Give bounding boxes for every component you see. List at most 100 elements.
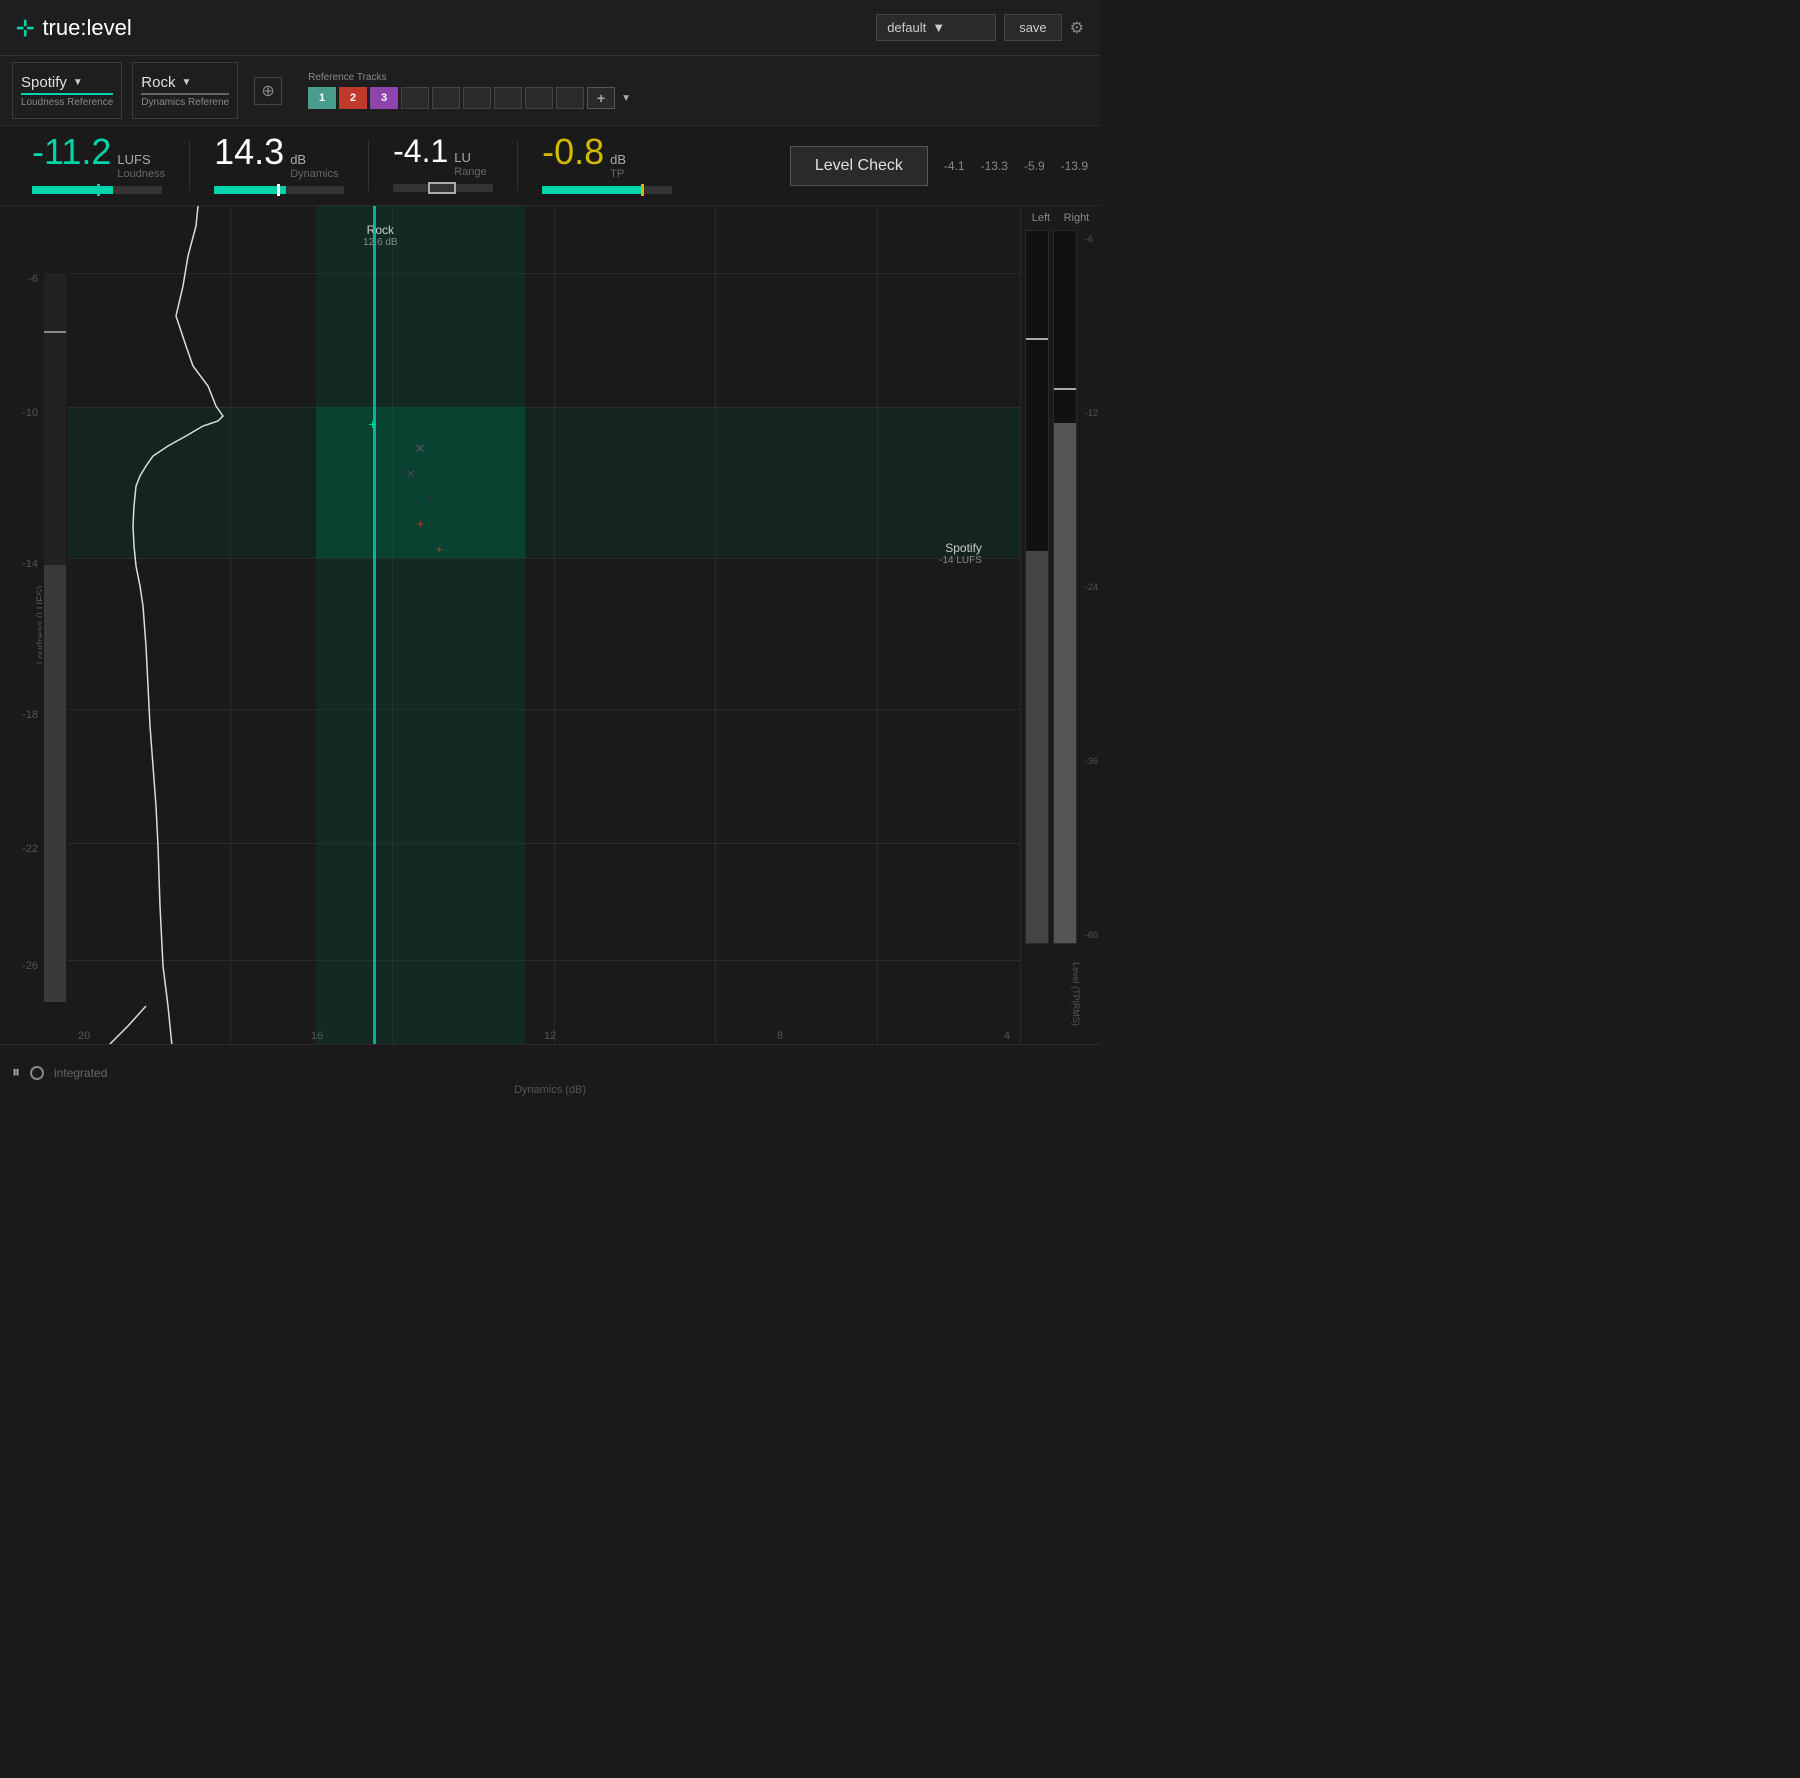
ref-slot-1[interactable]: 1 [308,87,336,109]
y-label-m10: -10 [22,407,38,419]
gear-icon[interactable]: ⚙ [1070,18,1084,38]
controls-row: ⊕ Spotify ▼ Loudness Reference Rock ▼ Dy… [0,56,1100,126]
range-bar-cursor [428,182,456,194]
level-check-button[interactable]: Level Check [790,146,928,186]
vu-headers: Left Right [1021,206,1100,230]
x-label-12: 12 [544,1030,556,1042]
rp-y-m36: -36 [1085,756,1098,766]
ref-slot-9[interactable] [556,87,584,109]
loudness-value-row: -11.2 LUFS Loudness [32,134,165,180]
dynamics-bar-cursor [277,184,280,196]
loudness-ref-arrow-icon: ▼ [73,77,83,88]
tp-unit: dB [610,152,626,167]
record-button[interactable] [30,1066,44,1080]
save-button[interactable]: save [1004,14,1061,41]
dynamics-ref-value: Rock [141,74,175,91]
lcv-2: -13.3 [981,159,1008,173]
dynamics-ref-select[interactable]: Rock ▼ [141,74,229,91]
level-check-values: -4.1 -13.3 -5.9 -13.9 [944,159,1088,173]
ref-tracks-section: Reference Tracks 1 2 3 + ▼ [308,62,631,119]
dynamics-meter: 14.3 dB Dynamics [194,134,364,198]
cross-marker-gray-1[interactable]: ✕ [415,441,426,457]
grid-v-5 [877,206,878,1044]
cross-marker-red-1[interactable]: + [417,517,424,531]
spotify-label-text: Spotify [939,541,982,555]
dynamics-value-row: 14.3 dB Dynamics [214,134,344,180]
range-meter: -4.1 LU Range [373,135,513,196]
loudness-sublabel: Loudness [117,168,165,180]
vu-left-fill [1026,551,1048,943]
x-label-8: 8 [777,1030,783,1042]
tp-bar-cursor [641,184,644,196]
vu-right-tick [1054,388,1076,390]
tp-bar-fill [542,186,643,194]
cross-marker-red-2[interactable]: + [436,544,442,556]
ref-slot-3[interactable]: 3 [370,87,398,109]
loudness-value: -11.2 [32,134,111,170]
ref-slot-8[interactable] [525,87,553,109]
tp-meter: -0.8 dB TP [522,134,692,198]
dynamics-value: 14.3 [214,134,284,170]
right-panel: Left Right -6 -12 -24 -36 -60 [1020,206,1100,1044]
rp-y-m6: -6 [1085,234,1098,244]
dynamics-sublabel: Dynamics [290,168,338,180]
tp-value: -0.8 [542,134,604,170]
pause-button[interactable]: ⏸ [12,1064,20,1082]
y-label-m18: -18 [22,709,38,721]
loudness-unit: LUFS [117,152,165,167]
range-bar-track [393,184,493,192]
loudness-meter: -11.2 LUFS Loudness [12,134,185,198]
y-label-m26: -26 [22,960,38,972]
dynamics-unit-group: dB Dynamics [290,152,338,180]
y-label-m6: -6 [28,273,38,285]
vu-left-label: Left [1032,212,1050,224]
x-label-4: 4 [1004,1030,1010,1042]
preset-arrow-icon: ▼ [932,20,945,35]
dynamics-crosshair-icon: ⊕ [254,77,282,105]
cross-marker-gray-2[interactable]: ✕ [406,467,416,481]
ref-slot-5[interactable] [432,87,460,109]
bottom-bar: ⏸ integrated Dynamics (dB) [0,1044,1100,1100]
y-axis: Loudness (LUFS) -6 -10 -14 -18 -22 -26 [0,206,42,1044]
ref-slot-7[interactable] [494,87,522,109]
x-label-20: 20 [78,1030,90,1042]
tp-value-row: -0.8 dB TP [542,134,672,180]
dynamics-axis-label: Dynamics (dB) [514,1084,586,1096]
main-content: Loudness (LUFS) -6 -10 -14 -18 -22 -26 [0,206,1100,1044]
y-label-m22: -22 [22,843,38,855]
preset-select[interactable]: default ▼ [876,14,996,41]
tp-sublabel: TP [610,168,626,180]
rp-title-container: Level (TP|RMS) [1021,944,1100,1044]
rp-y-m60: -60 [1085,930,1098,940]
loudness-ref-value: Spotify [21,74,67,91]
meter-divider-3 [517,141,518,191]
left-vu-column [42,206,68,1044]
crosshair-spacer: ⊕ [254,62,282,119]
grid-v-1 [230,206,231,1044]
meter-divider-2 [368,141,369,191]
loudness-ref-select[interactable]: ⊕ Spotify ▼ [21,74,113,91]
loudness-ref-label: Loudness Reference [21,97,113,108]
vu-left [1025,230,1049,944]
ref-tracks-arrow-icon[interactable]: ▼ [621,93,631,104]
dynamics-bar-track [214,186,344,194]
preset-value: default [887,20,926,35]
dynamics-ref-underline [141,93,229,95]
cross-marker-gray-3[interactable]: ✕ [425,493,434,506]
rp-y-m24: -24 [1085,582,1098,592]
ref-slot-2[interactable]: 2 [339,87,367,109]
dynamics-ref-arrow-icon: ▼ [181,77,191,88]
y-label-m14: -14 [22,558,38,570]
ref-slot-add[interactable]: + [587,87,615,109]
vu-bars-container: -6 -12 -24 -36 -60 [1021,230,1100,944]
range-sublabel: Range [454,166,486,178]
lcv-4: -13.9 [1061,159,1088,173]
ref-slot-4[interactable] [401,87,429,109]
left-vu-tick [44,331,66,333]
grid-v-4 [715,206,716,1044]
ref-slot-6[interactable] [463,87,491,109]
dynamics-unit: dB [290,152,338,167]
x-axis-labels: 20 16 12 8 4 [68,1030,1020,1042]
tp-unit-group: dB TP [610,152,626,180]
loudness-bar-track [32,186,162,194]
